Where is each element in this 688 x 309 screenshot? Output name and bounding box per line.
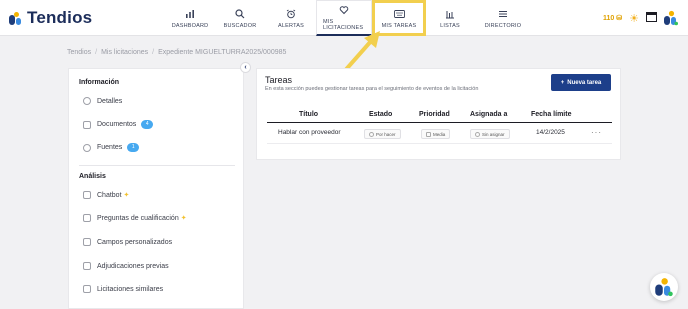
sidebar-item-chatbot[interactable]: Chatbot ✦ [83,191,129,199]
awards-icon [83,262,91,270]
assignee-label: Sin asignar [482,131,505,137]
nav-directorio-label: DIRECTORIO [484,22,522,29]
alarm-clock-icon [286,8,296,20]
sidebar-item-label: Fuentes [97,144,123,151]
list-chart-icon [445,8,455,20]
tasks-title: Tareas [265,75,293,85]
similar-icon [83,285,91,293]
assistant-launcher-button[interactable] [650,273,678,301]
checklist-icon [83,214,91,222]
sidebar-item-label: Campos personalizados [97,238,173,246]
sidebar-item-preguntas[interactable]: Preguntas de cualificación ✦ [83,214,187,222]
more-options-icon[interactable]: ··· [591,128,602,137]
header-tools: 110 ⛁ ☀ [603,9,678,27]
fuentes-count-badge: 1 [127,143,140,152]
nav-mis-tareas-label: MIS TAREAS [381,22,417,29]
tendios-logo-icon [655,278,673,297]
user-icon [475,131,480,137]
nav-listas-label: LISTAS [440,22,460,29]
documents-icon [83,120,91,129]
app-logo[interactable]: Tendios [9,8,92,28]
sidebar-item-detalles[interactable]: Detalles [83,97,122,105]
sidebar-item-fuentes[interactable]: Fuentes 1 [83,143,140,152]
nav-alertas-label: ALERTAS [278,22,304,29]
sidebar-item-adjudicaciones[interactable]: Adjudicaciones previas [83,262,169,270]
nav-alertas[interactable]: ALERTAS [266,0,316,36]
nav-dashboard-label: DASHBOARD [171,22,209,29]
sidebar-item-label: Licitaciones similares [97,285,164,293]
due-date-cell[interactable]: 14/2/2025 [536,129,565,136]
plus-icon: + [560,79,565,86]
link-icon [83,143,91,152]
tasks-subtitle: En esta sección puedes gestionar tareas … [265,86,479,92]
breadcrumb-item-home[interactable]: Tendios [67,49,91,56]
priority-chip[interactable]: Media [421,129,451,139]
sidebar-divider [79,165,235,166]
nav-dashboard[interactable]: DASHBOARD [166,0,214,36]
app-name: Tendios [27,8,93,27]
theme-toggle-sun-icon[interactable]: ☀ [629,12,639,25]
bar-chart-icon [185,8,195,20]
sparkle-icon: ✦ [180,215,187,222]
sidebar-item-documentos[interactable]: Documentos 4 [83,120,154,129]
breadcrumb-separator: / [95,49,98,56]
sidebar-item-label: Preguntas de cualificación [97,214,179,222]
details-icon [83,97,91,105]
chatbot-icon [83,191,91,199]
sidebar-item-campos[interactable]: Campos personalizados [83,238,172,246]
sidebar-item-label: Chatbot [97,191,122,199]
sidebar-item-label: Documentos [97,121,137,128]
user-avatar[interactable] [664,10,678,26]
breadcrumb-item-current: Expediente MIGUELTURRA2025/000985 [158,49,287,56]
list-icon [498,8,508,20]
breadcrumb-item-mis-licitaciones[interactable]: Mis licitaciones [101,49,148,56]
column-header-estado[interactable]: Estado [369,111,392,118]
assignee-chip[interactable]: Sin asignar [470,129,510,139]
calendar-icon[interactable] [646,9,657,27]
task-title-cell[interactable]: Hablar con proveedor [278,129,341,136]
nav-buscador-label: BUSCADOR [223,22,257,29]
nav-directorio[interactable]: DIRECTORIO [474,0,532,36]
sidebar-collapse-button[interactable]: ‹ [240,62,251,73]
column-header-asignada[interactable]: Asignada a [470,111,507,118]
priority-label: Media [433,131,446,137]
sidebar-item-similares[interactable]: Licitaciones similares [83,285,163,293]
sidebar-item-label: Detalles [97,97,123,105]
keyboard-icon [393,8,405,20]
sparkle-icon: ✦ [123,192,130,199]
status-circle-icon [369,131,374,137]
column-header-prioridad[interactable]: Prioridad [419,111,450,118]
heart-icon [339,4,349,16]
fields-icon [83,238,91,246]
sidebar: Información Detalles Documentos 4 Fuente… [68,68,244,309]
sidebar-section-analisis: Análisis [79,173,106,180]
logo-mark-icon [9,10,23,26]
nav-listas[interactable]: LISTAS [426,0,474,36]
column-header-fecha[interactable]: Fecha límite [531,111,571,118]
row-divider [267,143,612,144]
search-icon [235,8,245,20]
credits-value: 110 [603,15,615,22]
breadcrumb-separator: / [152,49,155,56]
table-header-divider [267,122,612,123]
tasks-card: Tareas En esta sección puedes gestionar … [256,68,621,160]
coins-icon: ⛁ [616,15,623,22]
column-header-titulo[interactable]: Título [299,111,318,118]
priority-flag-icon [426,131,431,137]
documents-count-badge: 4 [141,120,154,129]
nav-buscador[interactable]: BUSCADOR [214,0,266,36]
status-label: Por hacer [376,131,396,137]
breadcrumb: Tendios / Mis licitaciones / Expediente … [67,49,286,56]
credits-counter[interactable]: 110 ⛁ [603,14,622,22]
sidebar-item-label: Adjudicaciones previas [97,262,169,270]
status-chip[interactable]: Por hacer [364,129,401,139]
sidebar-section-informacion: Información [79,79,120,86]
new-task-button[interactable]: + Nueva tarea [551,74,611,91]
new-task-label: Nueva tarea [567,79,602,86]
